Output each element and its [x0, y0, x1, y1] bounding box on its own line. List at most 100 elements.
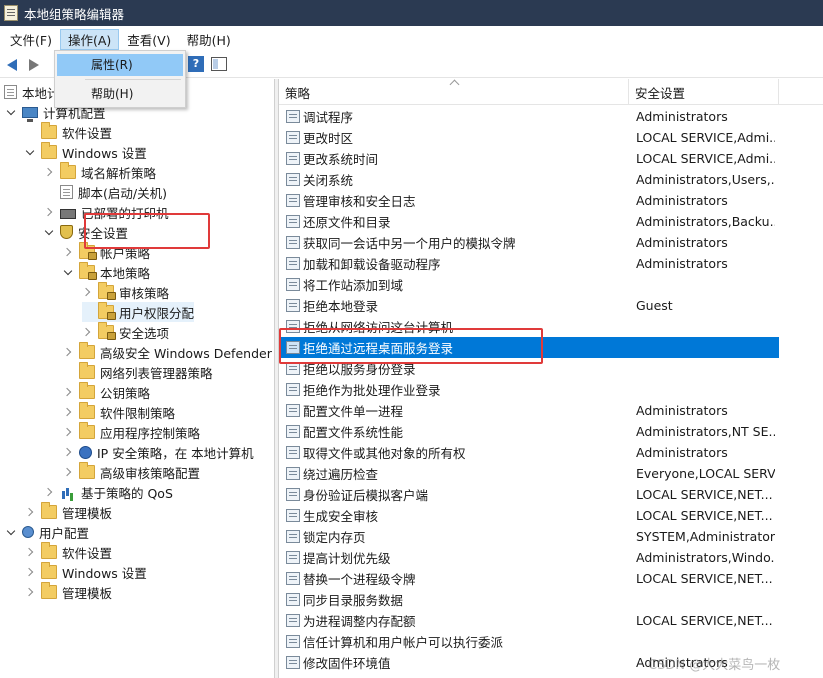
policy-cell: 锁定内存页	[279, 527, 630, 546]
collapsed-chevron-icon[interactable]	[63, 346, 75, 358]
tree-item[interactable]: 软件限制策略	[63, 402, 175, 422]
locked-folder-icon	[98, 282, 116, 300]
collapsed-chevron-icon[interactable]	[44, 166, 56, 178]
tree-item[interactable]: 域名解析策略	[44, 162, 156, 182]
policy-row[interactable]: 为进程调整内存配额 LOCAL SERVICE,NET...	[279, 610, 823, 631]
menu-item-help[interactable]: 帮助(H)	[57, 83, 183, 105]
collapsed-chevron-icon[interactable]	[25, 566, 37, 578]
window-title: 本地组策略编辑器	[24, 6, 125, 22]
policy-row[interactable]: 更改系统时间 LOCAL SERVICE,Admi...	[279, 148, 823, 169]
computer-icon	[22, 106, 38, 122]
tree-item[interactable]: Windows 设置	[25, 142, 147, 162]
collapsed-chevron-icon[interactable]	[63, 446, 75, 458]
menu-view[interactable]: 查看(V)	[119, 29, 178, 50]
policy-cell: 配置文件系统性能	[279, 422, 630, 441]
policy-icon	[286, 488, 300, 501]
collapsed-chevron-icon[interactable]	[63, 466, 75, 478]
tree-item[interactable]: 基于策略的 QoS	[44, 482, 173, 502]
security-setting-value: Administrators	[636, 403, 728, 418]
policy-row[interactable]: 管理审核和安全日志 Administrators	[279, 190, 823, 211]
expanded-chevron-icon[interactable]	[63, 266, 75, 278]
show-hide-pane-icon[interactable]	[211, 57, 227, 71]
tree-item-label: 高级安全 Windows Defender 防	[100, 345, 274, 361]
policy-row[interactable]: 关闭系统 Administrators,Users,...	[279, 169, 823, 190]
collapsed-chevron-icon[interactable]	[25, 586, 37, 598]
help-icon[interactable]: ?	[188, 56, 204, 72]
policy-cell: 拒绝作为批处理作业登录	[279, 380, 630, 399]
security-setting-value: Administrators,Windo...	[636, 550, 775, 565]
tree-item[interactable]: 高级安全 Windows Defender 防	[63, 342, 274, 362]
tree-item[interactable]: 网络列表管理器策略	[63, 362, 213, 382]
tree-item[interactable]: 公钥策略	[63, 382, 150, 402]
policy-row[interactable]: 配置文件单一进程 Administrators	[279, 400, 823, 421]
collapsed-chevron-icon[interactable]	[44, 486, 56, 498]
policy-row[interactable]: 生成安全审核 LOCAL SERVICE,NET...	[279, 505, 823, 526]
menu-item-properties[interactable]: 属性(R)	[57, 54, 183, 76]
column-header-setting[interactable]: 安全设置	[629, 79, 779, 105]
policy-row[interactable]: 提高计划优先级 Administrators,Windo...	[279, 547, 823, 568]
expanded-chevron-icon[interactable]	[44, 226, 56, 238]
tree-item[interactable]: 软件设置	[25, 542, 112, 562]
menu-file[interactable]: 文件(F)	[2, 29, 60, 50]
collapsed-chevron-icon[interactable]	[82, 326, 94, 338]
policy-row[interactable]: 加载和卸载设备驱动程序 Administrators	[279, 253, 823, 274]
policy-row[interactable]: 获取同一会话中另一个用户的模拟令牌 Administrators	[279, 232, 823, 253]
policy-row[interactable]: 配置文件系统性能 Administrators,NT SE...	[279, 421, 823, 442]
tree-item[interactable]: 本地策略	[63, 262, 150, 282]
collapsed-chevron-icon[interactable]	[44, 206, 56, 218]
tree-item-label: 脚本(启动/关机)	[78, 185, 167, 201]
tree-item[interactable]: Windows 设置	[25, 562, 147, 582]
tree-item[interactable]: 安全选项	[82, 322, 169, 342]
menu-help[interactable]: 帮助(H)	[179, 29, 239, 50]
policy-row[interactable]: 拒绝作为批处理作业登录	[279, 379, 823, 400]
folder-icon	[41, 582, 57, 599]
tree-item[interactable]: 用户配置	[6, 522, 89, 542]
policy-name: 还原文件和目录	[303, 215, 391, 230]
folder-icon	[41, 542, 57, 559]
tree-item[interactable]: 审核策略	[82, 282, 169, 302]
policy-row[interactable]: 绕过遍历检查 Everyone,LOCAL SERV...	[279, 463, 823, 484]
collapsed-chevron-icon[interactable]	[63, 246, 75, 258]
tree-item[interactable]: 软件设置	[25, 122, 112, 142]
policy-row[interactable]: 取得文件或其他对象的所有权 Administrators	[279, 442, 823, 463]
menu-action[interactable]: 操作(A)	[59, 29, 120, 50]
collapsed-chevron-icon[interactable]	[25, 506, 37, 518]
policy-row[interactable]: 身份验证后模拟客户端 LOCAL SERVICE,NET...	[279, 484, 823, 505]
collapsed-chevron-icon[interactable]	[63, 426, 75, 438]
tree-item[interactable]: IP 安全策略，在 本地计算机	[63, 442, 254, 462]
tree-item[interactable]: 高级审核策略配置	[63, 462, 200, 482]
collapsed-chevron-icon[interactable]	[63, 406, 75, 418]
expanded-chevron-icon[interactable]	[6, 526, 18, 538]
policy-row[interactable]: 锁定内存页 SYSTEM,Administrator	[279, 526, 823, 547]
tree-item[interactable]: 用户权限分配	[82, 302, 195, 322]
policy-row[interactable]: 调试程序 Administrators	[279, 106, 823, 127]
tree-item[interactable]: 应用程序控制策略	[63, 422, 200, 442]
policy-row[interactable]: 同步目录服务数据	[279, 589, 823, 610]
script-document-icon	[60, 185, 73, 199]
collapsed-chevron-icon[interactable]	[82, 286, 94, 298]
expanded-chevron-icon[interactable]	[6, 106, 18, 118]
security-setting-value: Administrators	[636, 235, 728, 250]
policy-name: 身份验证后模拟客户端	[303, 488, 429, 503]
policy-row[interactable]: 还原文件和目录 Administrators,Backu...	[279, 211, 823, 232]
forward-arrow-icon[interactable]	[25, 56, 43, 74]
list-header: 策略 安全设置	[279, 79, 823, 105]
back-arrow-icon[interactable]	[3, 56, 21, 74]
policy-row[interactable]: 信任计算机和用户帐户可以执行委派	[279, 631, 823, 652]
tree-item-label: 软件设置	[62, 545, 113, 561]
collapsed-chevron-icon[interactable]	[25, 546, 37, 558]
policy-row[interactable]: 更改时区 LOCAL SERVICE,Admi...	[279, 127, 823, 148]
folder-icon	[79, 422, 95, 439]
tree-item[interactable]: 脚本(启动/关机)	[44, 182, 167, 202]
policy-row[interactable]: 拒绝本地登录 Guest	[279, 295, 823, 316]
tree-item-label: 管理模板	[62, 505, 113, 521]
tree-item[interactable]: 管理模板	[25, 582, 112, 602]
tree-item[interactable]: 管理模板	[25, 502, 112, 522]
policy-row[interactable]: 替换一个进程级令牌 LOCAL SERVICE,NET...	[279, 568, 823, 589]
collapsed-chevron-icon[interactable]	[63, 386, 75, 398]
policy-row[interactable]: 将工作站添加到域	[279, 274, 823, 295]
tree-root[interactable]: 本地计	[4, 82, 60, 102]
policy-cell: 替换一个进程级令牌	[279, 569, 630, 588]
expanded-chevron-icon[interactable]	[25, 146, 37, 158]
